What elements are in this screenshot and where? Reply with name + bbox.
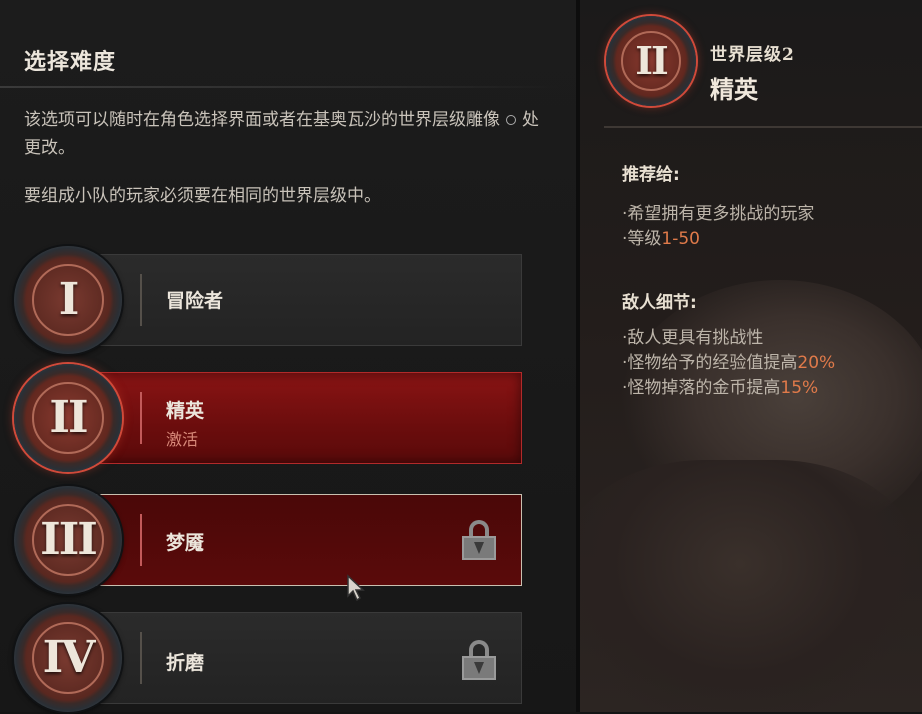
tier-numeral: III: [40, 514, 98, 565]
gem-icon: [506, 115, 516, 125]
tier-details-panel: II 世界层级2 精英 推荐给: ·希望拥有更多挑战的玩家 ·等级1-50 敌人…: [580, 0, 922, 712]
enemy-item: ·敌人更具有挑战性: [622, 328, 764, 348]
difficulty-panel: 选择难度 该选项可以随时在角色选择界面或者在基奥瓦沙的世界层级雕像 处更改。 要组…: [0, 0, 580, 712]
tier-separator: [140, 274, 142, 326]
tier-emblem-icon: II: [14, 364, 122, 472]
tier-status: 激活: [166, 430, 199, 449]
description-text-a: 该选项可以随时在角色选择界面或者在基奥瓦沙的世界层级雕像: [24, 110, 500, 130]
recommend-item: ·等级1-50: [622, 229, 700, 249]
tier-option-2[interactable]: 精英 激活 II: [0, 364, 530, 474]
enemy-item: ·怪物给予的经验值提高20%: [622, 353, 836, 373]
cursor-icon: [347, 574, 365, 602]
tier-emblem-icon: II: [606, 16, 696, 106]
header-divider: [604, 126, 922, 128]
tier-bar[interactable]: [96, 254, 522, 346]
tier-option-4[interactable]: 折磨 IV: [0, 604, 530, 714]
background-art: [580, 460, 920, 712]
lock-icon: [462, 520, 496, 560]
tier-label: 冒险者: [166, 290, 224, 312]
tier-bar[interactable]: [96, 494, 522, 586]
tier-numeral: IV: [42, 632, 96, 683]
tier-option-1[interactable]: 冒险者 I: [0, 246, 530, 356]
world-tier-label: 世界层级2: [710, 45, 795, 65]
lock-icon: [462, 640, 496, 680]
tier-bar[interactable]: [96, 372, 522, 464]
tier-emblem-icon: III: [14, 486, 122, 594]
description-change-location: 该选项可以随时在角色选择界面或者在基奥瓦沙的世界层级雕像 处更改。: [24, 106, 554, 162]
panel-title: 选择难度: [24, 49, 117, 75]
tier-label: 折磨: [166, 652, 205, 674]
enemy-heading: 敌人细节:: [622, 293, 697, 313]
tier-numeral: II: [49, 392, 88, 443]
tier-name: 精英: [710, 76, 758, 104]
recommend-heading: 推荐给:: [622, 165, 680, 185]
tier-option-3[interactable]: 梦魇 III: [0, 486, 530, 596]
tier-label: 精英: [166, 400, 205, 422]
tier-separator: [140, 632, 142, 684]
tier-separator: [140, 514, 142, 566]
tier-numeral: I: [58, 274, 80, 325]
tier-label: 梦魇: [166, 532, 205, 554]
description-party: 要组成小队的玩家必须要在相同的世界层级中。: [24, 186, 381, 206]
header-numeral: II: [635, 38, 669, 83]
tier-separator: [140, 392, 142, 444]
title-divider: [0, 86, 560, 88]
tier-emblem-icon: IV: [14, 604, 122, 712]
tier-bar[interactable]: [96, 612, 522, 704]
tier-emblem-icon: I: [14, 246, 122, 354]
recommend-item: ·希望拥有更多挑战的玩家: [622, 204, 815, 224]
enemy-item: ·怪物掉落的金币提高15%: [622, 378, 819, 398]
